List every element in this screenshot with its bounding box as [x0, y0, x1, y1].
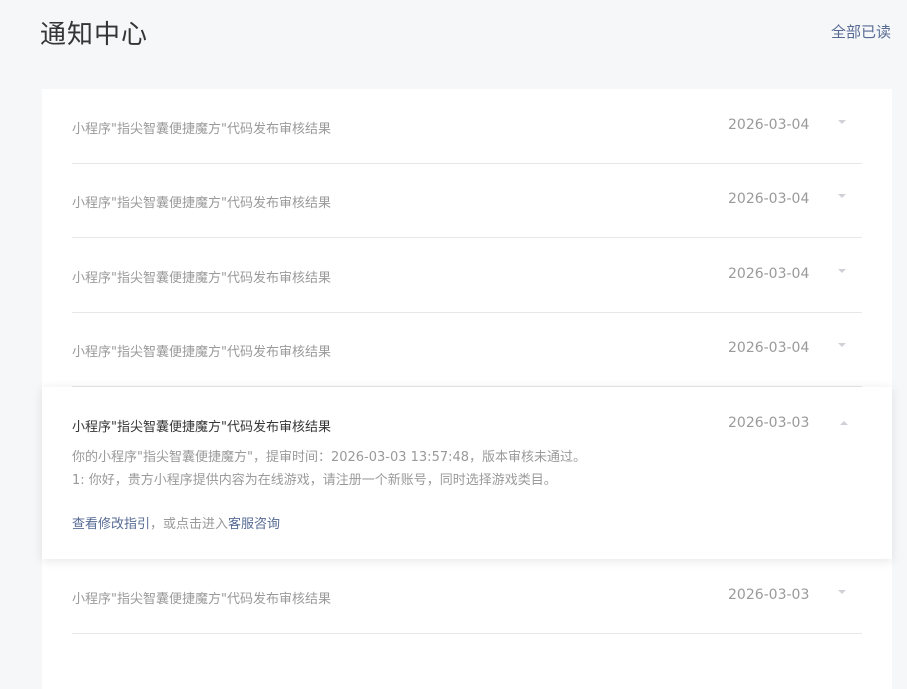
notification-date: 2026-03-03 — [728, 587, 810, 603]
chevron-down-icon[interactable] — [838, 343, 846, 347]
notification-title: 小程序"指尖智囊便捷魔方"代码发布审核结果 — [72, 122, 331, 137]
notification-footer: 查看修改指引，或点击进入客服咨询 — [72, 513, 280, 532]
modify-guide-link[interactable]: 查看修改指引 — [72, 517, 150, 532]
header: 通知中心 全部已读 — [0, 0, 907, 64]
notification-date: 2026-03-04 — [728, 340, 810, 356]
notification-item-expanded[interactable]: 小程序"指尖智囊便捷魔方"代码发布审核结果 2026-03-03 你的小程序"指… — [42, 387, 892, 559]
chevron-down-icon[interactable] — [838, 120, 846, 124]
chevron-down-icon[interactable] — [838, 269, 846, 273]
notification-title: 小程序"指尖智囊便捷魔方"代码发布审核结果 — [72, 592, 331, 607]
notification-date: 2026-03-03 — [728, 415, 810, 431]
page-title: 通知中心 — [40, 20, 149, 50]
notification-date: 2026-03-04 — [728, 117, 810, 133]
notification-body-line: 1: 你好，贵方小程序提供内容为在线游戏，请注册一个新账号，同时选择游戏类目。 — [72, 473, 557, 488]
chevron-down-icon[interactable] — [838, 194, 846, 198]
notification-body-line: 你的小程序"指尖智囊便捷魔方"，提审时间：2026-03-03 13:57:48… — [72, 450, 587, 465]
notification-item[interactable]: 小程序"指尖智囊便捷魔方"代码发布审核结果 2026-03-03 — [72, 559, 862, 634]
notification-item[interactable]: 小程序"指尖智囊便捷魔方"代码发布审核结果 2026-03-04 — [72, 89, 862, 164]
notification-item[interactable]: 小程序"指尖智囊便捷魔方"代码发布审核结果 2026-03-04 — [72, 163, 862, 238]
notification-date: 2026-03-04 — [728, 266, 810, 282]
customer-service-link[interactable]: 客服咨询 — [228, 517, 280, 532]
chevron-up-icon[interactable] — [840, 421, 848, 425]
mark-all-read-button[interactable]: 全部已读 — [831, 21, 891, 42]
notification-title: 小程序"指尖智囊便捷魔方"代码发布审核结果 — [72, 420, 331, 435]
notification-item[interactable]: 小程序"指尖智囊便捷魔方"代码发布审核结果 2026-03-04 — [72, 312, 862, 387]
chevron-down-icon[interactable] — [838, 590, 846, 594]
notification-title: 小程序"指尖智囊便捷魔方"代码发布审核结果 — [72, 345, 331, 360]
notification-item[interactable]: 小程序"指尖智囊便捷魔方"代码发布审核结果 2026-03-04 — [72, 238, 862, 313]
notification-title: 小程序"指尖智囊便捷魔方"代码发布审核结果 — [72, 196, 331, 211]
notification-date: 2026-03-04 — [728, 191, 810, 207]
footer-middle-text: ，或点击进入 — [150, 517, 229, 532]
notification-title: 小程序"指尖智囊便捷魔方"代码发布审核结果 — [72, 271, 331, 286]
